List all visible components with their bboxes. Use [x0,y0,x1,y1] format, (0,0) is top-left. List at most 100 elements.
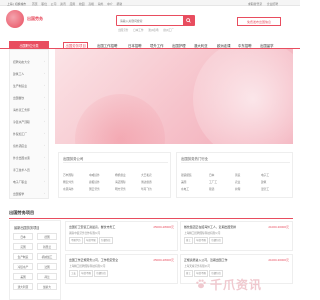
job-card[interactable]: 出国打工安装工资最高，餐饮市务工 25000-28000元 湖南中装劳务合作有限… [65,221,178,251]
box-title: 出国劳务热门行业 [181,157,209,161]
search-button[interactable] [183,16,194,26]
country-tag[interactable]: 德国 [37,233,57,240]
agency-link[interactable]: 畅安外务 [63,180,74,184]
job-company[interactable]: 湖南中装劳务合作有限公司 [69,231,100,235]
project-filter-panel: 最新出国劳务项目 日本 德国 英国 新西兰 生产制造 机械加工 冷链水产 法国 … [9,220,61,300]
sidebar-item[interactable]: 海外流工务师 [13,108,30,112]
job-company[interactable]: 上海精工招聘国际科技有限公司 [69,264,105,268]
chevron-right-icon: › [44,168,45,171]
industry-link[interactable]: 铸造 [235,173,240,177]
industry-tag[interactable]: 冷链水产 [13,263,33,270]
industry-link[interactable]: 建筑 [261,180,266,184]
menu-tab[interactable]: 中东招聘 [238,43,252,48]
category-menu-head[interactable]: 出国职位分类 [9,41,49,49]
industry-link[interactable]: 农业 [235,180,240,184]
top-nav-news[interactable]: 资讯 [60,2,66,6]
sidebar-item[interactable]: 外企出国派遣 [13,156,30,160]
job-tags: 工友 年龄不限 包餐包住 [69,270,109,277]
agency-link[interactable]: 华丹飞为 [141,187,152,191]
top-nav-help[interactable]: 帮助 [117,2,123,6]
top-nav-campus[interactable]: 校园 [79,2,85,6]
sidebar-item[interactable]: 外贸加工厂 [13,132,27,136]
job-tag: 不限学历 [69,237,83,244]
industry-link[interactable]: 护理 [235,187,240,191]
logo-emblem [6,10,24,28]
job-title[interactable]: 正规资质进入公司，近期出国工作 [184,258,227,262]
job-salary: 21000-30000元 [268,258,289,262]
country-tag[interactable]: 英国 [13,243,33,250]
agency-link[interactable]: 海迈国际 [115,180,126,184]
agency-link[interactable]: 中威境外 [89,173,100,177]
agency-link[interactable]: 明方劳务 [115,187,126,191]
industry-link[interactable]: 温室工 [261,187,269,191]
sidebar-item[interactable]: 招聘动态大全 [13,60,30,64]
sidebar-item[interactable]: 手工技术人员 [13,168,30,172]
sidebar-item[interactable]: 建筑工人 [13,72,24,76]
top-nav-senior[interactable]: 高端 [88,2,94,6]
menu-tab[interactable]: 出国工作招聘 [97,43,117,48]
sidebar-item[interactable]: 生产制造业 [13,84,27,88]
agency-link[interactable]: 大王和农 [141,173,152,177]
industry-link[interactable]: 墓选 [209,187,214,191]
top-nav-agency[interactable]: 中介 [107,2,113,6]
job-card[interactable]: 餐饮集团正在招海外工人，近期出国安排 21000-30000元 上海精工招聘国际… [180,221,293,251]
job-salary: 25000-28000元 [153,225,174,229]
industry-link[interactable]: 水电工 [181,187,189,191]
hero-banner[interactable] [55,49,293,144]
sidebar-item[interactable]: 出国餐饮 [13,96,24,100]
country-tag[interactable]: 法国 [37,263,57,270]
menu-tab[interactable]: 出国留学 [260,43,274,48]
job-title[interactable]: 出国工作正规劳务公司，工作稳定安全 [69,258,118,262]
hot-keyword[interactable]: 出国劳务 [118,29,128,32]
chevron-right-icon: › [44,108,45,111]
publish-info-button[interactable]: 免费发布出国信息 [237,17,281,26]
menu-tab[interactable]: 欧洲走课 [217,43,231,48]
job-company[interactable]: 上海精工招聘国际科技有限公司 [184,231,220,235]
sidebar-item[interactable]: 电子厂职业 [13,180,27,184]
hot-keyword[interactable]: 欧洲工厂 [163,29,173,32]
top-nav-overseas[interactable]: 海外 [98,2,104,6]
industry-tag[interactable]: 机械加工 [37,253,57,260]
search-input[interactable] [117,16,185,26]
agency-link[interactable]: 水源海外 [63,187,74,191]
country-tag[interactable]: 澳大利亚 [13,283,33,290]
hot-keyword[interactable]: 日本工作 [133,29,143,32]
country-tag[interactable]: 新西兰 [37,243,57,250]
jobseeker-login-link[interactable]: 求职者登录 [248,2,262,6]
industry-link[interactable]: 美国 [181,180,186,184]
menu-tab[interactable]: 境外工作 [150,43,164,48]
agency-link[interactable]: 国云劳务 [89,187,100,191]
industry-link[interactable]: 船铺组装 [181,173,192,177]
industry-link[interactable]: 工厂工 [209,180,217,184]
top-nav-home[interactable]: 首页 [32,2,38,6]
country-tag[interactable]: 加拿大 [37,283,57,290]
sidebar-item[interactable]: 境外酒店业 [13,144,27,148]
menu-tab[interactable]: 日本招聘 [128,43,142,48]
industry-link[interactable]: 日本 [209,173,214,177]
employer-link[interactable]: 企业招聘 [267,2,278,6]
site-logo[interactable]: 出国劳务 [6,10,54,28]
section-title: 出国劳务项目 [9,210,35,215]
sidebar-item[interactable]: 冷链水产顶职 [13,120,30,124]
agency-link[interactable]: 杨帆旅业 [115,173,126,177]
job-title[interactable]: 出国打工安装工资最高，餐饮市务工 [69,225,115,229]
city-switcher[interactable]: 上海 | 切换城市 [7,2,26,6]
country-tag[interactable]: 美国 [13,273,33,280]
job-card[interactable]: 出国工作正规劳务公司，工作稳定安全 25000-28000元 上海精工招聘国际科… [65,254,178,284]
agency-link[interactable]: 捷报境外 [89,180,100,184]
hot-keyword[interactable]: 澳洲农场 [148,29,158,32]
job-title[interactable]: 餐饮集团正在招海外工人，近期出国安排 [184,225,236,229]
industry-link[interactable]: 电子工 [261,173,269,177]
country-tag[interactable]: 荷兰 [37,273,57,280]
top-nav-apps[interactable]: 应用 [70,2,76,6]
top-nav-companies[interactable]: 公司 [51,2,57,6]
agency-link[interactable]: 万丰国际 [63,173,74,177]
country-tag[interactable]: 日本 [13,233,33,240]
menu-tab[interactable]: 出国护理 [172,43,186,48]
industry-tag[interactable]: 生产制造 [13,253,33,260]
top-nav-jobs[interactable]: 职位 [41,2,47,6]
agency-link[interactable]: 博达旅游 [141,180,152,184]
sidebar-item[interactable]: 出国留学 [13,192,24,196]
job-company[interactable]: 上海天将劳务有限公司 [184,264,210,268]
menu-tab[interactable]: 澳大利亚 [194,43,208,48]
